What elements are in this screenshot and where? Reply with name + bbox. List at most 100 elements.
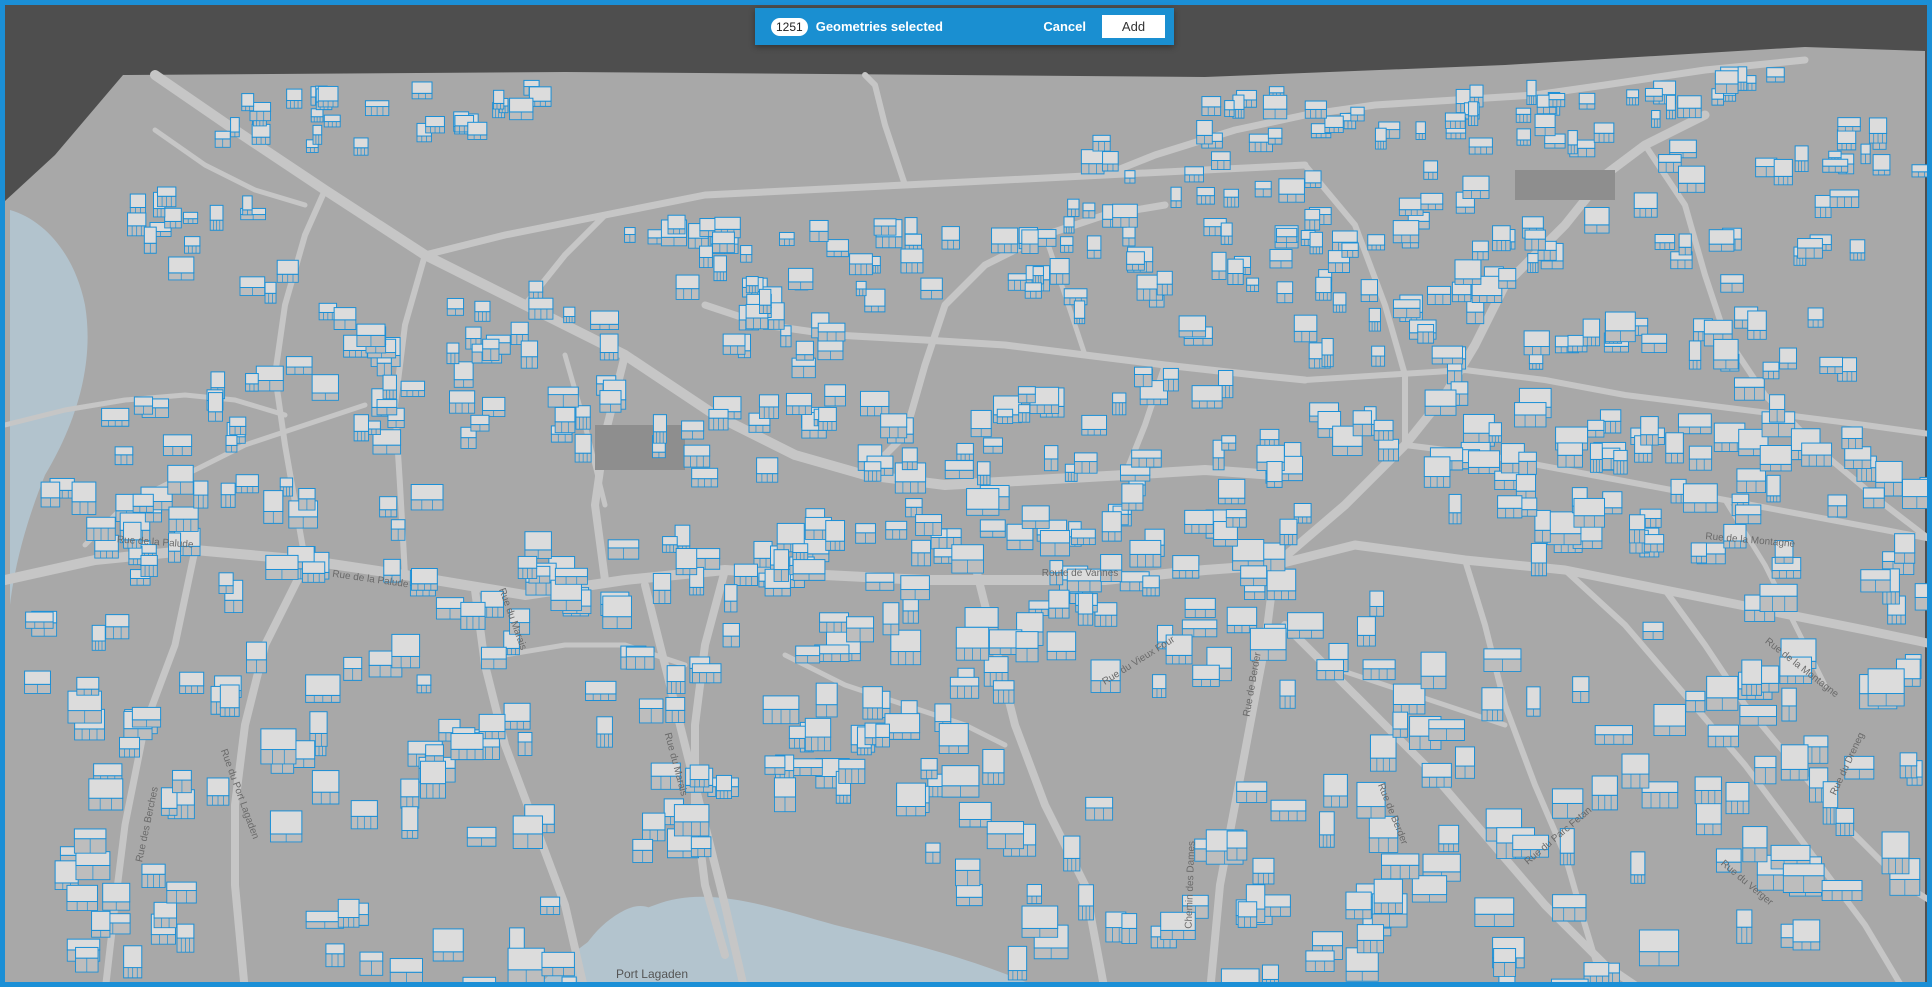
building[interactable] <box>1133 366 1153 388</box>
building[interactable] <box>563 306 576 324</box>
building[interactable] <box>1497 495 1523 519</box>
building[interactable] <box>528 297 554 320</box>
building[interactable] <box>896 782 926 817</box>
building[interactable] <box>1073 452 1098 474</box>
building[interactable] <box>1467 450 1501 474</box>
building[interactable] <box>795 340 814 361</box>
building[interactable] <box>689 764 710 788</box>
building[interactable] <box>1792 919 1821 951</box>
building[interactable] <box>1196 187 1215 205</box>
building[interactable] <box>162 434 193 456</box>
building[interactable] <box>675 274 700 300</box>
building[interactable] <box>1572 676 1590 703</box>
building[interactable] <box>1276 227 1298 243</box>
building[interactable] <box>1261 964 1279 987</box>
building[interactable] <box>1754 755 1777 785</box>
building[interactable] <box>462 976 497 987</box>
building[interactable] <box>911 539 932 567</box>
building[interactable] <box>944 460 974 479</box>
building[interactable] <box>482 338 500 362</box>
building[interactable] <box>1688 340 1702 370</box>
building[interactable] <box>1713 338 1739 370</box>
building[interactable] <box>1867 668 1905 707</box>
building[interactable] <box>991 227 1019 254</box>
building[interactable] <box>379 496 398 518</box>
building[interactable] <box>1677 95 1702 119</box>
building[interactable] <box>218 572 234 594</box>
building[interactable] <box>1043 445 1059 472</box>
building[interactable] <box>1319 811 1335 848</box>
building[interactable] <box>242 195 253 216</box>
building[interactable] <box>1191 385 1223 409</box>
building[interactable] <box>269 810 303 843</box>
building[interactable] <box>1604 311 1636 343</box>
building[interactable] <box>1423 160 1439 180</box>
building[interactable] <box>905 498 923 518</box>
building[interactable] <box>541 951 575 977</box>
building[interactable] <box>690 836 712 858</box>
building[interactable] <box>401 806 419 839</box>
building[interactable] <box>1252 857 1275 885</box>
building[interactable] <box>849 253 873 276</box>
building[interactable] <box>722 623 740 648</box>
building[interactable] <box>1304 170 1322 188</box>
building[interactable] <box>410 483 444 511</box>
building[interactable] <box>875 723 890 748</box>
building[interactable] <box>517 555 538 580</box>
building[interactable] <box>954 858 981 887</box>
building[interactable] <box>561 976 577 987</box>
building[interactable] <box>1594 725 1633 745</box>
building[interactable] <box>652 414 667 444</box>
building[interactable] <box>1316 659 1344 681</box>
building[interactable] <box>1587 419 1605 438</box>
building[interactable] <box>1170 186 1182 208</box>
building[interactable] <box>1641 333 1668 353</box>
building[interactable] <box>1488 422 1502 443</box>
building[interactable] <box>1515 474 1537 500</box>
building[interactable] <box>1352 410 1372 437</box>
building[interactable] <box>102 882 131 911</box>
map-scene[interactable]: Rue de la PaludeRue de la PaludeRue du M… <box>5 5 1932 987</box>
building[interactable] <box>432 928 464 962</box>
building[interactable] <box>885 520 908 540</box>
building[interactable] <box>846 616 875 643</box>
building[interactable] <box>1086 235 1102 259</box>
building[interactable] <box>1417 324 1435 344</box>
building[interactable] <box>1082 202 1096 219</box>
building[interactable] <box>127 212 147 237</box>
building[interactable] <box>1708 229 1735 252</box>
building[interactable] <box>1677 413 1712 435</box>
building[interactable] <box>1739 704 1777 726</box>
building[interactable] <box>1373 419 1394 441</box>
building[interactable] <box>1492 225 1511 252</box>
building[interactable] <box>1578 92 1596 110</box>
building[interactable] <box>1591 775 1618 811</box>
building[interactable] <box>1747 310 1767 340</box>
building[interactable] <box>1240 565 1268 587</box>
building[interactable] <box>1766 474 1781 503</box>
building[interactable] <box>1807 307 1824 328</box>
building[interactable] <box>838 758 866 784</box>
building[interactable] <box>1122 225 1136 247</box>
building[interactable] <box>1080 149 1105 175</box>
building[interactable] <box>1211 251 1227 280</box>
building[interactable] <box>941 765 980 798</box>
building[interactable] <box>1534 509 1551 543</box>
building[interactable] <box>1156 270 1173 296</box>
building[interactable] <box>900 575 930 601</box>
building[interactable] <box>681 420 705 440</box>
building[interactable] <box>1421 762 1452 788</box>
building[interactable] <box>1172 555 1200 579</box>
building[interactable] <box>1548 92 1566 108</box>
building[interactable] <box>1102 151 1119 172</box>
building[interactable] <box>590 310 619 331</box>
building[interactable] <box>880 413 908 439</box>
building[interactable] <box>1078 884 1094 921</box>
building[interactable] <box>1350 106 1365 122</box>
building[interactable] <box>666 665 686 694</box>
building[interactable] <box>66 884 98 912</box>
building[interactable] <box>1223 188 1239 208</box>
building[interactable] <box>1836 129 1857 151</box>
building[interactable] <box>1694 776 1722 805</box>
building[interactable] <box>1094 602 1118 627</box>
